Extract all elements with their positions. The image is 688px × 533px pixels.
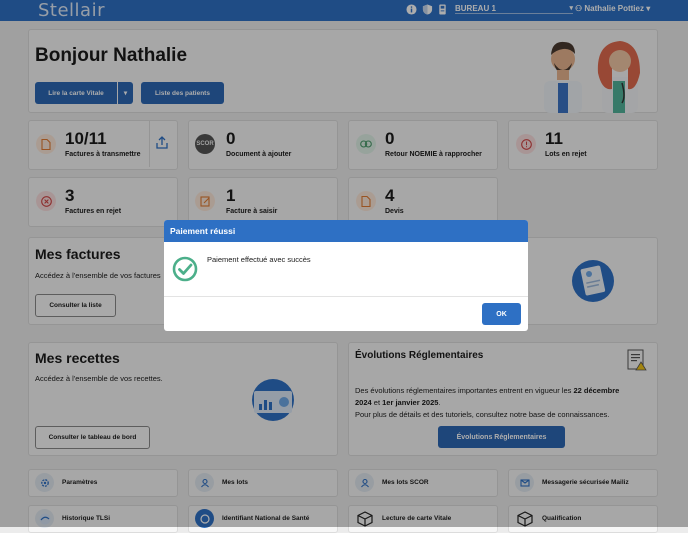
dialog-header: Paiement réussi [164,220,528,242]
payment-success-dialog: Paiement réussi Paiement effectué avec s… [164,220,528,331]
dialog-message: Paiement effectué avec succès [207,255,311,264]
check-circle-icon [172,256,198,282]
dialog-title: Paiement réussi [170,226,236,236]
dialog-divider [164,296,528,297]
ok-button[interactable]: OK [482,303,521,325]
